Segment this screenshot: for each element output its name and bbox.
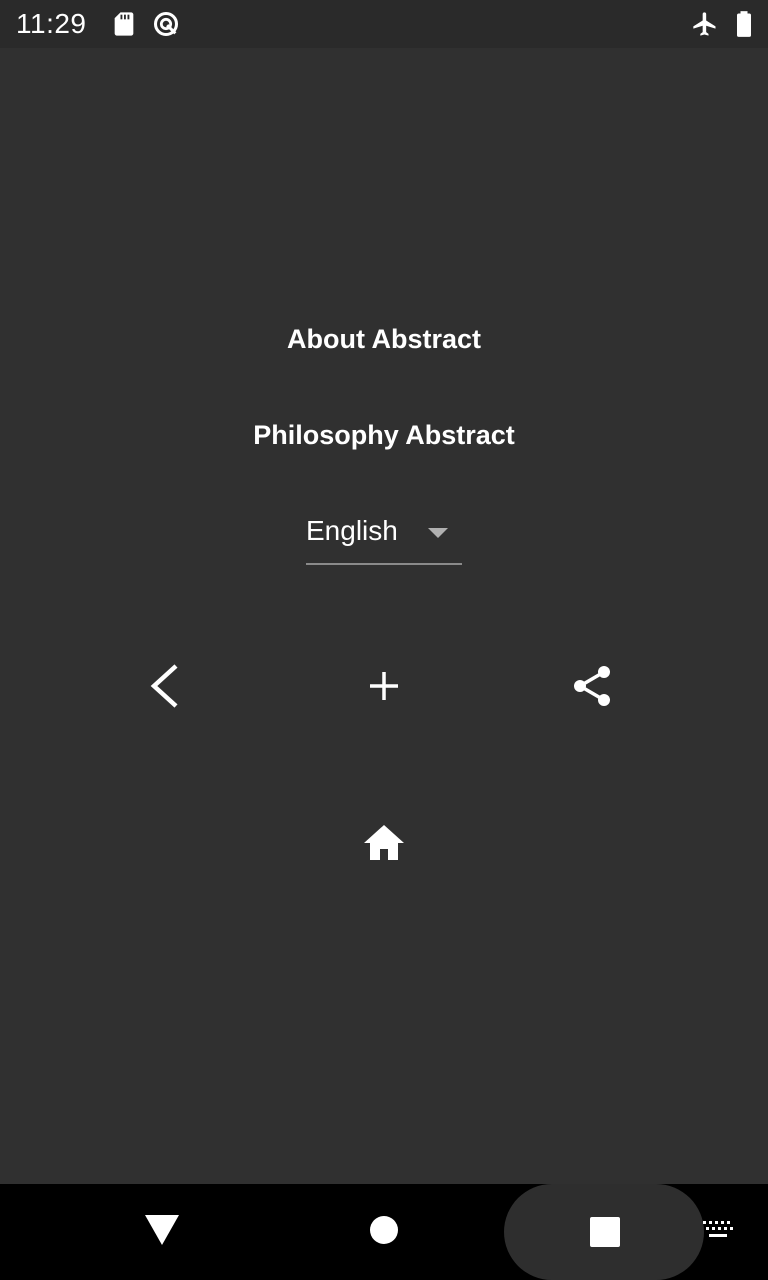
add-button[interactable]	[352, 656, 416, 720]
sync-icon	[152, 10, 180, 38]
add-icon	[368, 670, 400, 707]
square-recents-icon	[590, 1217, 620, 1252]
philosophy-button[interactable]: Philosophy Abstract	[0, 420, 768, 451]
keyboard-switch-button[interactable]	[698, 1212, 738, 1252]
main-content: About Abstract Philosophy Abstract Engli…	[0, 48, 768, 1184]
keyboard-icon	[701, 1219, 735, 1246]
language-select-value: English	[306, 515, 398, 546]
home-icon	[363, 823, 405, 866]
home-button[interactable]	[352, 812, 416, 876]
status-bar: 11:29	[0, 0, 768, 48]
about-button[interactable]: About Abstract	[0, 324, 768, 355]
circle-home-icon	[368, 1214, 400, 1251]
language-select[interactable]: English	[306, 513, 462, 565]
nav-home-button[interactable]	[352, 1200, 416, 1264]
sd-card-icon	[110, 10, 138, 38]
triangle-back-icon	[145, 1214, 179, 1250]
share-button[interactable]	[560, 656, 624, 720]
battery-icon	[730, 10, 758, 38]
nav-back-button[interactable]	[130, 1200, 194, 1264]
chevron-down-icon	[428, 527, 448, 539]
share-icon	[571, 665, 613, 712]
nav-recents-button[interactable]	[504, 1184, 704, 1280]
status-time: 11:29	[16, 8, 87, 39]
airplane-mode-icon	[691, 10, 719, 38]
back-icon	[146, 663, 182, 713]
navigation-bar	[0, 1184, 768, 1280]
back-button[interactable]	[132, 656, 196, 720]
